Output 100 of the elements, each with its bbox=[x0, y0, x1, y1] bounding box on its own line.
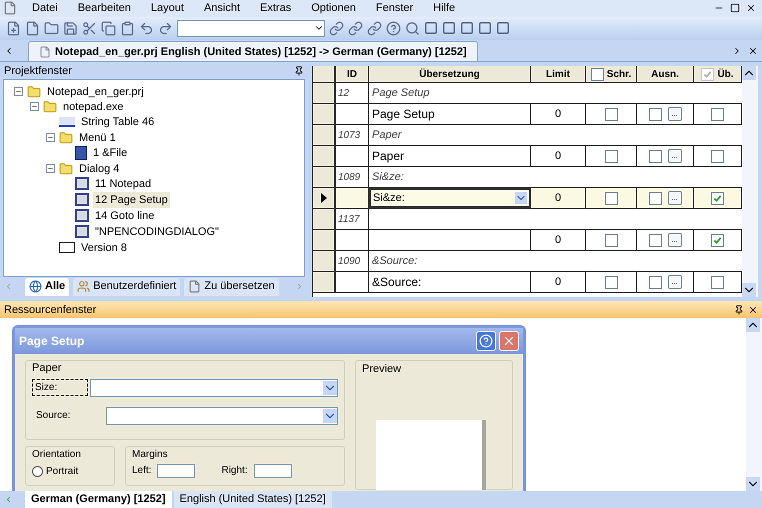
menu-item[interactable]: Optionen bbox=[311, 0, 356, 17]
tree-item[interactable]: String Table 46 bbox=[79, 114, 156, 130]
checkbox[interactable] bbox=[648, 150, 662, 163]
expander[interactable] bbox=[14, 87, 23, 96]
file-icon[interactable] bbox=[25, 20, 40, 36]
menu-item[interactable]: Fenster bbox=[376, 0, 414, 17]
panel-tab[interactable]: Benutzerdefiniert bbox=[73, 278, 180, 296]
copy-icon[interactable] bbox=[101, 20, 116, 36]
save-icon[interactable] bbox=[63, 20, 78, 36]
checkbox[interactable] bbox=[604, 150, 618, 163]
row-header[interactable] bbox=[313, 251, 336, 272]
layout-icon[interactable] bbox=[496, 21, 510, 36]
expander[interactable] bbox=[30, 102, 39, 112]
close-button[interactable] bbox=[499, 331, 519, 352]
checkbox[interactable] bbox=[648, 234, 662, 247]
layout-icon[interactable] bbox=[478, 21, 492, 36]
tree-item[interactable]: Menü 1 bbox=[77, 130, 118, 146]
checkbox[interactable] bbox=[711, 234, 724, 247]
checkbox[interactable] bbox=[648, 108, 662, 121]
tree-item[interactable]: Dialog 4 bbox=[77, 160, 122, 178]
row-header[interactable] bbox=[313, 230, 336, 250]
pin-icon[interactable] bbox=[734, 304, 744, 315]
help-button[interactable] bbox=[476, 331, 496, 352]
layout-icon[interactable] bbox=[460, 21, 474, 36]
checkbox[interactable] bbox=[711, 150, 724, 163]
checkbox[interactable] bbox=[648, 276, 662, 289]
dropdown-field[interactable] bbox=[90, 378, 338, 397]
language-tab[interactable]: German (Germany) [1252] bbox=[25, 491, 172, 508]
panel-tab[interactable]: Zu übersetzen bbox=[184, 278, 279, 296]
menu-item[interactable]: Extras bbox=[260, 0, 292, 17]
tree-item[interactable]: Version 8 bbox=[79, 240, 129, 256]
checkbox[interactable] bbox=[711, 108, 724, 121]
scrollbar[interactable] bbox=[746, 318, 762, 492]
undo-icon[interactable] bbox=[139, 20, 154, 36]
link-icon[interactable] bbox=[329, 20, 344, 36]
layout-icon[interactable] bbox=[424, 21, 438, 36]
checkbox[interactable] bbox=[604, 234, 618, 247]
checkbox[interactable] bbox=[604, 108, 618, 121]
selected-label[interactable]: Size: bbox=[32, 379, 88, 396]
dropdown-field[interactable] bbox=[106, 406, 338, 425]
tree-item[interactable]: 14 Goto line bbox=[93, 208, 156, 224]
checkbox[interactable] bbox=[701, 68, 714, 81]
tree-item[interactable]: notepad.exe bbox=[61, 98, 126, 116]
row-header[interactable] bbox=[313, 83, 336, 104]
row-header[interactable] bbox=[313, 104, 336, 124]
column-header[interactable]: Schr. bbox=[586, 66, 637, 82]
clipboard-icon[interactable] bbox=[120, 20, 135, 36]
input-field[interactable] bbox=[254, 464, 292, 478]
expander[interactable] bbox=[46, 164, 55, 174]
menu-item[interactable]: Ansicht bbox=[204, 0, 240, 17]
checkbox[interactable] bbox=[604, 192, 618, 205]
radio-button[interactable] bbox=[32, 466, 43, 478]
input-field[interactable] bbox=[157, 464, 196, 478]
close-icon[interactable] bbox=[748, 46, 758, 56]
scroll-down-icon[interactable] bbox=[742, 282, 756, 297]
link-icon[interactable] bbox=[367, 20, 382, 36]
pin-icon[interactable] bbox=[294, 66, 304, 76]
checkbox[interactable] bbox=[604, 276, 618, 289]
column-header[interactable]: Übersetzung bbox=[369, 66, 531, 82]
redo-icon[interactable] bbox=[158, 20, 173, 36]
tree-item[interactable]: "NPENCODINGDIALOG" bbox=[93, 224, 221, 240]
row-header[interactable] bbox=[313, 209, 336, 230]
column-header[interactable]: Ausn. bbox=[637, 66, 694, 82]
row-header[interactable] bbox=[313, 188, 336, 208]
panel-tab[interactable]: Alle bbox=[25, 278, 70, 296]
scissors-icon[interactable] bbox=[82, 20, 97, 36]
expander[interactable] bbox=[46, 133, 55, 142]
row-header[interactable] bbox=[313, 146, 336, 166]
scrollbar[interactable] bbox=[742, 66, 758, 297]
row-header[interactable] bbox=[313, 125, 336, 146]
checkbox[interactable] bbox=[590, 68, 604, 81]
tree-item[interactable]: 1 &File bbox=[91, 144, 130, 162]
restore-icon[interactable] bbox=[730, 3, 740, 14]
layout-icon[interactable] bbox=[442, 21, 456, 36]
checkbox[interactable] bbox=[711, 192, 724, 205]
combo-box[interactable] bbox=[177, 20, 325, 37]
translation-field[interactable]: Si&ze: bbox=[369, 188, 531, 208]
new-file-icon[interactable] bbox=[6, 20, 21, 36]
tree-item[interactable]: Notepad_en_ger.prj bbox=[45, 84, 146, 100]
scroll-up-icon[interactable] bbox=[742, 66, 756, 80]
checkbox[interactable] bbox=[648, 192, 662, 205]
scroll-up-icon[interactable] bbox=[746, 318, 760, 332]
column-header[interactable]: Üb. bbox=[694, 66, 742, 82]
folder-icon[interactable] bbox=[44, 20, 59, 36]
row-header[interactable] bbox=[313, 272, 336, 292]
tree-item[interactable]: 12 Page Setup bbox=[93, 192, 170, 208]
menu-item[interactable]: Bearbeiten bbox=[78, 0, 131, 17]
menu-item[interactable]: Layout bbox=[150, 0, 184, 17]
checkbox[interactable] bbox=[711, 276, 724, 289]
row-header[interactable] bbox=[313, 167, 336, 188]
column-header[interactable]: Limit bbox=[531, 66, 586, 82]
link-icon[interactable] bbox=[348, 20, 363, 36]
help-icon[interactable] bbox=[386, 20, 401, 36]
search-icon[interactable] bbox=[405, 20, 420, 36]
menu-item[interactable]: Hilfe bbox=[433, 0, 456, 17]
tree-item[interactable]: 11 Notepad bbox=[93, 176, 154, 192]
close-icon[interactable] bbox=[748, 304, 758, 315]
scroll-down-icon[interactable] bbox=[746, 477, 760, 492]
document-tab[interactable]: Notepad_en_ger.prj English (United States) [1252] -> German (Germany) [1252] bbox=[28, 41, 478, 62]
column-header[interactable]: ID bbox=[336, 66, 369, 82]
